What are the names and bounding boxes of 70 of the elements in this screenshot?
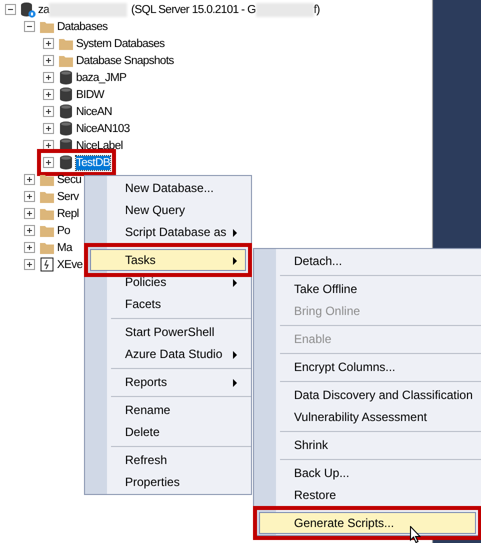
mouse-pointer-icon xyxy=(410,526,421,543)
menu-item[interactable]: Shrink xyxy=(259,434,476,456)
tree-item[interactable]: Repl xyxy=(57,206,79,220)
server-version: (SQL Server 15.0.2101 - G xyxy=(131,4,256,16)
menu-item[interactable]: Detach... xyxy=(259,250,476,272)
database-icon xyxy=(60,104,72,119)
folder-icon xyxy=(39,224,55,238)
expand-icon[interactable] xyxy=(43,157,54,168)
folder-icon xyxy=(39,20,55,34)
menu-item[interactable]: Refresh xyxy=(90,449,246,471)
expand-icon[interactable] xyxy=(43,106,54,117)
tree-item[interactable]: TestDB xyxy=(76,156,110,170)
tree-item[interactable]: NiceLabel xyxy=(76,138,123,152)
expand-icon[interactable] xyxy=(43,89,54,100)
expand-icon[interactable] xyxy=(24,225,35,236)
database-icon xyxy=(60,121,72,136)
menu-item[interactable]: Properties xyxy=(90,471,246,493)
menu-item[interactable]: Vulnerability Assessment xyxy=(259,406,476,428)
expand-icon[interactable] xyxy=(43,72,54,83)
menu-item[interactable]: Delete xyxy=(90,421,246,443)
server-name-end: f) xyxy=(314,4,320,16)
expand-icon[interactable] xyxy=(24,259,35,270)
tree-item[interactable]: Ma xyxy=(57,240,72,254)
database-icon xyxy=(60,155,72,170)
tree-item[interactable]: Secu xyxy=(57,172,82,186)
expand-icon[interactable] xyxy=(43,38,54,49)
menu-item[interactable]: Encrypt Columns... xyxy=(259,356,476,378)
collapse-icon[interactable] xyxy=(5,4,16,15)
tree-item[interactable]: XEve xyxy=(57,258,82,272)
menu-item[interactable]: New Database... xyxy=(90,177,246,199)
menu-item[interactable]: Rename xyxy=(90,399,246,421)
expand-icon[interactable] xyxy=(24,191,35,202)
server-name[interactable]: za xyxy=(38,4,50,16)
folder-icon xyxy=(39,240,55,254)
expand-icon[interactable] xyxy=(24,208,35,219)
tree-item[interactable]: Po xyxy=(57,224,70,238)
server-icon xyxy=(20,2,36,18)
expand-icon[interactable] xyxy=(24,242,35,253)
menu-item[interactable]: Tasks xyxy=(90,249,246,271)
menu-item[interactable]: Start PowerShell xyxy=(90,321,246,343)
tree-item[interactable]: NiceAN103 xyxy=(76,122,130,136)
menu-item[interactable]: Restore xyxy=(259,484,476,506)
folder-icon xyxy=(58,36,74,50)
tree-item[interactable]: baza_JMP xyxy=(76,70,126,84)
menu-item[interactable]: New Query xyxy=(90,199,246,221)
database-icon xyxy=(60,87,72,102)
folder-icon xyxy=(39,206,55,220)
tree-item[interactable]: Database Snapshots xyxy=(76,54,174,68)
folder-icon xyxy=(39,190,55,204)
menu-item[interactable]: Generate Scripts... xyxy=(259,512,476,534)
expand-icon[interactable] xyxy=(43,123,54,134)
menu-item[interactable]: Script Database as xyxy=(90,221,246,243)
collapse-icon[interactable] xyxy=(24,21,35,32)
menu-item[interactable]: Reports xyxy=(90,371,246,393)
tree-item[interactable]: BIDW xyxy=(76,88,104,102)
menu-item[interactable]: Take Offline xyxy=(259,278,476,300)
menu-item[interactable]: Facets xyxy=(90,293,246,315)
database-icon xyxy=(60,70,72,85)
menu-item[interactable]: Back Up... xyxy=(259,462,476,484)
menu-item[interactable]: Data Discovery and Classification xyxy=(259,384,476,406)
tree-item[interactable]: System Databases xyxy=(76,36,165,50)
expand-icon[interactable] xyxy=(24,174,35,185)
folder-icon xyxy=(58,54,74,68)
tree-item[interactable]: NiceAN xyxy=(76,104,112,118)
menu-item[interactable]: Policies xyxy=(90,271,246,293)
menu-item[interactable]: Azure Data Studio xyxy=(90,343,246,365)
expand-icon[interactable] xyxy=(43,55,54,66)
tree-item[interactable]: Serv xyxy=(57,190,79,204)
tree-item[interactable]: Databases xyxy=(57,20,108,34)
event-session-icon xyxy=(40,257,54,272)
